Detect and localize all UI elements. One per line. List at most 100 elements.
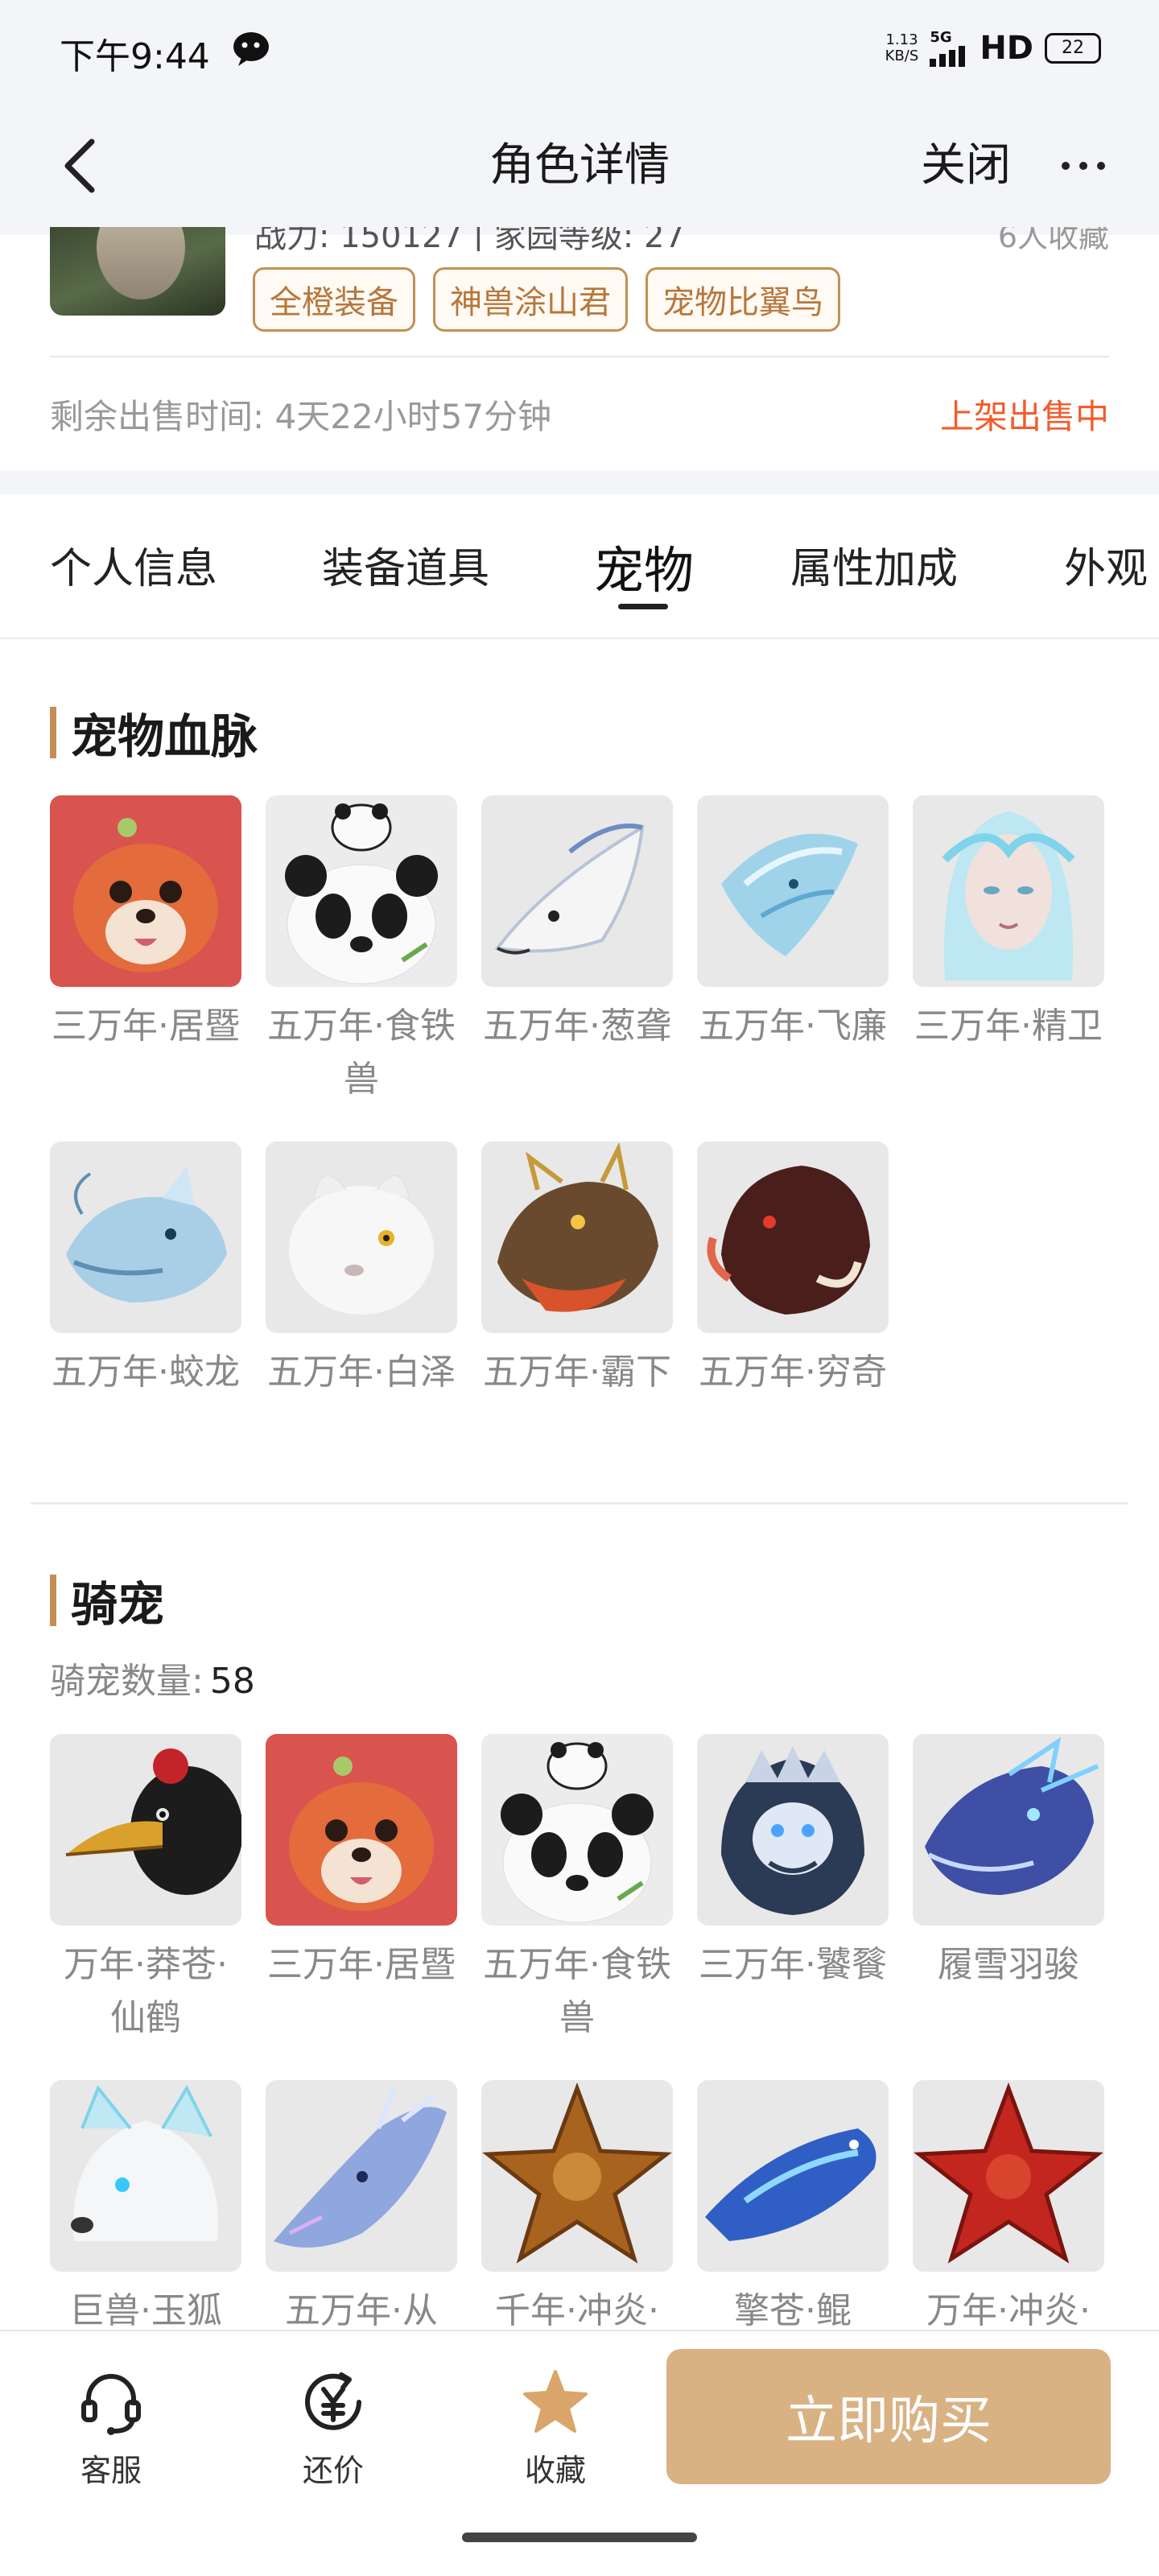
- tag-divine-beast: 神兽涂山君: [433, 267, 628, 332]
- ice-bird-icon: [697, 795, 889, 987]
- favorite-button[interactable]: 收藏: [499, 2363, 612, 2490]
- pet-card[interactable]: 履雪羽骏: [913, 1734, 1104, 2054]
- divider: [50, 356, 1109, 357]
- mount-grid: 万年·莽苍·仙鹤 三万年·居暨 五万年·食铁兽 三万年·饕餮 履雪羽骏 巨兽·玉狐 五万年·…: [50, 1734, 1104, 2401]
- bargain-button[interactable]: 还价: [277, 2363, 390, 2490]
- pet-card[interactable]: 三万年·精卫: [913, 795, 1104, 1116]
- pet-name: 三万年·精卫: [914, 1005, 1103, 1046]
- blue-dragon-icon: [913, 1734, 1104, 1926]
- nav-bar: 角色详情 关闭: [0, 97, 1159, 235]
- pet-name: 五万年·蛟龙: [52, 1352, 240, 1393]
- section-divider: [31, 1502, 1128, 1505]
- signal-icon: [930, 46, 966, 67]
- favorite-count: 6人收藏: [997, 227, 1109, 251]
- pet-name: 五万年·霸下: [483, 1352, 671, 1393]
- pet-card[interactable]: 五万年·食铁兽: [266, 795, 457, 1116]
- pet-card[interactable]: 三万年·饕餮: [697, 1734, 889, 2054]
- pet-card[interactable]: 五万年·蛟龙: [50, 1141, 241, 1462]
- pet-card[interactable]: 五万年·葱聋: [481, 795, 673, 1116]
- 5g-label: 5G: [930, 29, 952, 46]
- active-tab-indicator: [618, 604, 668, 609]
- mount-count: 骑宠数量: 58: [50, 1652, 255, 1703]
- remaining-sale-time: 剩余出售时间: 4天22小时57分钟: [50, 397, 552, 436]
- buy-now-button[interactable]: 立即购买: [666, 2349, 1111, 2484]
- pet-name: 三万年·居暨: [267, 1944, 456, 1985]
- crane-icon: [50, 1734, 241, 1926]
- mount-count-value: 58: [209, 1661, 255, 1702]
- pet-name: 五万年·葱聋: [483, 1005, 671, 1046]
- dark-beast-icon: [697, 1141, 889, 1333]
- home-indicator: [462, 2533, 697, 2542]
- pet-name: 五万年·食铁兽: [483, 1944, 671, 2038]
- pet-name: 五万年·飞廉: [699, 1005, 887, 1046]
- white-beast-icon: [266, 1141, 457, 1333]
- pet-card[interactable]: 五万年·白泽: [266, 1141, 457, 1462]
- bargain-label: 还价: [302, 2453, 364, 2488]
- tab-divider: [0, 638, 1159, 639]
- armored-beast-icon: [697, 1734, 889, 1926]
- tab-pets[interactable]: 宠物: [594, 530, 694, 602]
- pet-card[interactable]: 三万年·居暨: [50, 795, 241, 1116]
- more-icon[interactable]: [1059, 142, 1107, 190]
- red-fox-icon: [50, 795, 241, 987]
- tag-list: 全橙装备 神兽涂山君 宠物比翼鸟: [253, 267, 840, 332]
- jade-fox-icon: [50, 2080, 241, 2272]
- pet-name: 五万年·白泽: [267, 1352, 456, 1393]
- tab-equipment[interactable]: 装备道具: [322, 535, 489, 595]
- tag-orange-gear: 全橙装备: [253, 267, 415, 332]
- battery-icon: 22: [1045, 32, 1101, 64]
- pet-card[interactable]: 五万年·霸下: [481, 1141, 673, 1462]
- gold-starfish-icon: [481, 2080, 673, 2272]
- role-summary: 战力: 150127 | 家园等级: 27 6人收藏 全橙装备 神兽涂山君 宠物…: [0, 227, 1159, 470]
- status-time: 下午9:44: [60, 36, 210, 77]
- ice-dragon-icon: [50, 1141, 241, 1333]
- pet-card[interactable]: 五万年·穷奇: [697, 1141, 889, 1462]
- headset-icon: [81, 2374, 141, 2435]
- battery-level: 22: [1062, 38, 1084, 58]
- fire-dragon-icon: [481, 1141, 673, 1333]
- mount-count-label: 骑宠数量:: [50, 1661, 204, 1702]
- customer-service-button[interactable]: 客服: [55, 2363, 167, 2490]
- service-label: 客服: [80, 2453, 142, 2488]
- hd-label: HD: [980, 29, 1033, 67]
- pet-card[interactable]: 万年·莽苍·仙鹤: [50, 1734, 241, 2054]
- sale-status: 上架出售中: [939, 397, 1109, 436]
- avatar-face: [97, 227, 185, 299]
- pet-name: 履雪羽骏: [938, 1944, 1079, 1985]
- tab-bar: 个人信息 装备道具 宠物 属性加成 外观: [0, 494, 1159, 639]
- star-icon: [523, 2370, 588, 2433]
- section-accent-bar: [50, 707, 56, 758]
- section-title: 宠物血脉: [71, 709, 258, 764]
- avatar[interactable]: [50, 227, 225, 316]
- status-bar: 下午9:44 1.13 KB/S 5G HD 22: [0, 0, 1159, 97]
- pet-name: 五万年·食铁兽: [267, 1005, 456, 1100]
- pet-card[interactable]: 三万年·居暨: [266, 1734, 457, 2054]
- section-accent-bar: [50, 1575, 56, 1626]
- panda-icon: [266, 795, 457, 987]
- pet-card[interactable]: 五万年·食铁兽: [481, 1734, 673, 2054]
- net-speed: 1.13 KB/S: [885, 31, 919, 64]
- pet-name: 三万年·饕餮: [699, 1944, 887, 1985]
- favorite-label: 收藏: [524, 2453, 586, 2488]
- pet-card[interactable]: 五万年·飞廉: [697, 795, 889, 1116]
- bottom-action-bar: 客服 还价 收藏 立即购买: [0, 2330, 1159, 2576]
- red-starfish-icon: [913, 2080, 1104, 2272]
- red-fox-icon: [266, 1734, 457, 1926]
- section-mounts: 骑宠: [50, 1567, 164, 1634]
- close-button[interactable]: 关闭: [921, 129, 1011, 194]
- tag-pet: 宠物比翼鸟: [645, 267, 840, 332]
- tab-attributes[interactable]: 属性加成: [790, 535, 958, 595]
- section-title: 骑宠: [71, 1577, 165, 1632]
- pet-name: 三万年·居暨: [52, 1005, 240, 1046]
- blue-fish-icon: [697, 2080, 889, 2272]
- ice-maiden-icon: [913, 795, 1104, 987]
- tab-personal-info[interactable]: 个人信息: [50, 535, 217, 595]
- section-gap: [0, 470, 1159, 494]
- pet-name: 万年·莽苍·仙鹤: [64, 1944, 228, 2038]
- tab-appearance[interactable]: 外观: [1064, 535, 1148, 595]
- white-wolf-icon: [481, 795, 673, 987]
- wechat-icon: [233, 32, 269, 66]
- frost-dragon-icon: [266, 2080, 457, 2272]
- yen-icon: [305, 2372, 361, 2430]
- pet-name: 五万年·穷奇: [699, 1352, 887, 1393]
